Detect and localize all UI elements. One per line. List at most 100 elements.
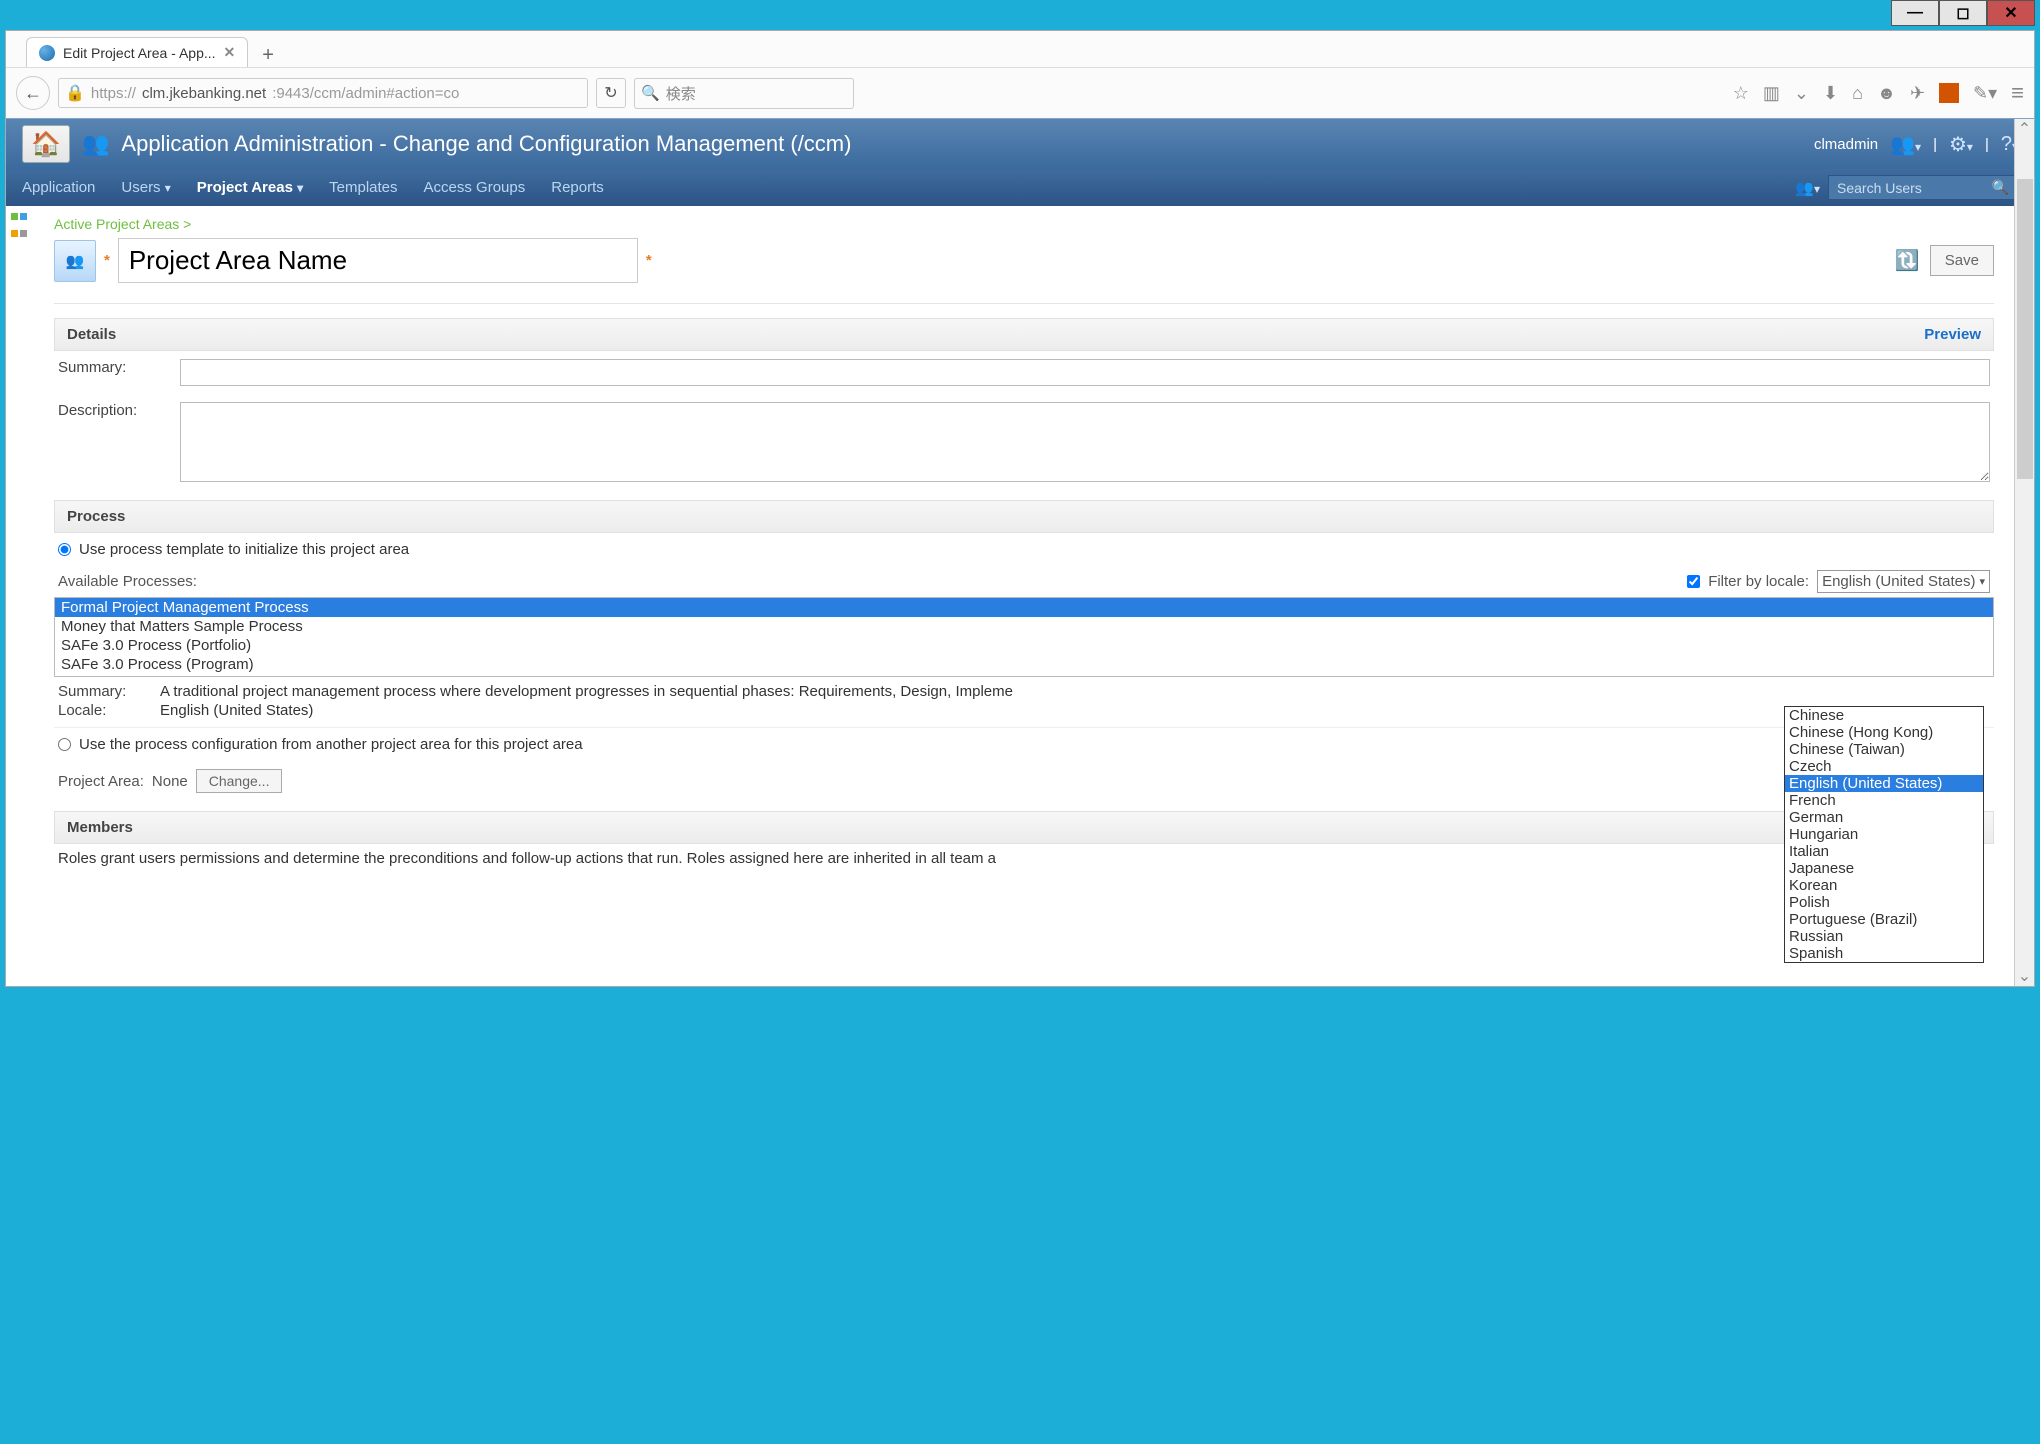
locale-option[interactable]: French [1785, 792, 1983, 809]
required-indicator: * [104, 252, 110, 269]
change-button[interactable]: Change... [196, 769, 283, 793]
process-option[interactable]: SAFe 3.0 Process (Program) [55, 655, 1993, 674]
locale-option[interactable]: Hungarian [1785, 826, 1983, 843]
browser-search-input[interactable]: 🔍 検索 [634, 78, 854, 109]
locale-option[interactable]: Chinese (Taiwan) [1785, 741, 1983, 758]
process-listbox[interactable]: Formal Project Management ProcessMoney t… [54, 597, 1994, 677]
pocket-icon[interactable]: ⌄ [1794, 83, 1809, 104]
locale-select[interactable]: English (United States) ▾ [1817, 570, 1990, 593]
locale-option[interactable]: German [1785, 809, 1983, 826]
url-prefix: https:// [91, 85, 136, 102]
locale-option[interactable]: English (United States) [1785, 775, 1983, 792]
locale-option[interactable]: Polish [1785, 894, 1983, 911]
save-button[interactable]: Save [1930, 245, 1994, 276]
browser-tab[interactable]: Edit Project Area - App... ✕ [26, 37, 248, 67]
eyedropper-icon[interactable]: ✎▾ [1973, 83, 1997, 104]
nav-project-areas[interactable]: Project Areas ▾ [197, 179, 303, 196]
send-icon[interactable]: ✈ [1910, 83, 1925, 104]
process-summary-value: A traditional project management process… [160, 683, 1013, 700]
maximize-button[interactable]: ◻ [1939, 0, 1987, 26]
locale-dropdown[interactable]: ChineseChinese (Hong Kong)Chinese (Taiwa… [1784, 706, 1984, 963]
nav-users[interactable]: Users ▾ [121, 179, 170, 196]
process-option[interactable]: Formal Project Management Process [55, 598, 1993, 617]
browser-tab-bar: Edit Project Area - App... ✕ + [6, 31, 2034, 67]
use-template-label: Use process template to initialize this … [79, 541, 409, 558]
nav-reports[interactable]: Reports [551, 179, 604, 196]
scroll-down-icon[interactable]: ⌄ [2018, 966, 2031, 986]
minimize-button[interactable]: — [1891, 0, 1939, 26]
url-path: :9443/ccm/admin#action=co [272, 85, 459, 102]
required-indicator: * [646, 252, 652, 269]
nav-application[interactable]: Application [22, 179, 95, 196]
locale-option[interactable]: Italian [1785, 843, 1983, 860]
use-other-project-radio[interactable] [58, 738, 71, 751]
app-switcher-icon[interactable] [10, 208, 28, 226]
close-window-button[interactable]: ✕ [1987, 0, 2035, 26]
process-locale-label: Locale: [58, 702, 148, 719]
use-template-radio[interactable] [58, 543, 71, 556]
locale-option[interactable]: Russian [1785, 928, 1983, 945]
filter-locale-label: Filter by locale: [1708, 573, 1809, 590]
current-user: clmadmin [1814, 136, 1878, 153]
user-menu-icon[interactable]: 👥▾ [1890, 132, 1921, 157]
scroll-up-icon[interactable]: ⌃ [2018, 119, 2031, 139]
bookmark-icon[interactable]: ☆ [1733, 83, 1749, 104]
url-host: clm.jkebanking.net [142, 85, 266, 102]
home-icon[interactable]: ⌂ [1852, 83, 1863, 104]
menu-icon[interactable]: ≡ [2011, 80, 2024, 106]
people-icon[interactable]: 👥▾ [1795, 179, 1820, 197]
preview-link[interactable]: Preview [1924, 326, 1981, 343]
breadcrumb[interactable]: Active Project Areas > [54, 216, 1994, 232]
locale-option[interactable]: Chinese (Hong Kong) [1785, 724, 1983, 741]
address-bar: ← 🔒 https:// clm.jkebanking.net :9443/ccm/… [6, 67, 2034, 119]
process-summary-label: Summary: [58, 683, 148, 700]
members-section-header: Members [54, 811, 1994, 844]
summary-input[interactable] [180, 359, 1990, 386]
project-area-value: None [152, 773, 188, 790]
project-name-input[interactable] [118, 238, 638, 283]
addon-icon[interactable] [1939, 83, 1959, 103]
process-option[interactable]: Money that Matters Sample Process [55, 617, 1993, 636]
back-button[interactable]: ← [16, 76, 50, 110]
members-title: Members [67, 819, 133, 836]
app-title: Application Administration - Change and … [121, 131, 1802, 157]
chat-icon[interactable]: ☻ [1877, 83, 1896, 104]
window-controls: — ◻ ✕ [5, 0, 2035, 30]
summary-label: Summary: [58, 359, 168, 376]
refresh-icon[interactable]: 🔃 [1895, 248, 1920, 273]
download-icon[interactable]: ⬇ [1823, 83, 1838, 104]
nav-templates[interactable]: Templates [329, 179, 397, 196]
process-locale-value: English (United States) [160, 702, 313, 719]
new-tab-button[interactable]: + [254, 44, 282, 67]
available-processes-label: Available Processes: [58, 573, 197, 590]
home-button[interactable]: 🏠 [22, 125, 70, 163]
description-textarea[interactable] [180, 402, 1990, 482]
lock-icon: 🔒 [65, 83, 85, 103]
close-tab-icon[interactable]: ✕ [224, 44, 236, 61]
locale-option[interactable]: Korean [1785, 877, 1983, 894]
nav-access-groups[interactable]: Access Groups [424, 179, 526, 196]
locale-option[interactable]: Portuguese (Brazil) [1785, 911, 1983, 928]
project-area-icon: 👥 [54, 240, 96, 282]
process-title: Process [67, 508, 125, 525]
process-option[interactable]: SAFe 3.0 Process (Portfolio) [55, 636, 1993, 655]
tab-favicon [39, 45, 55, 61]
search-icon: 🔍 [641, 84, 660, 102]
vertical-scrollbar[interactable]: ⌃ ⌄ [2014, 119, 2034, 986]
locale-option[interactable]: Japanese [1785, 860, 1983, 877]
library-icon[interactable]: ▥ [1763, 83, 1780, 104]
members-description: Roles grant users permissions and determ… [54, 844, 1994, 873]
locale-option[interactable]: Spanish [1785, 945, 1983, 962]
settings-gear-icon[interactable]: ⚙▾ [1949, 132, 1973, 157]
locale-option[interactable]: Czech [1785, 758, 1983, 775]
locale-option[interactable]: Chinese [1785, 707, 1983, 724]
url-input[interactable]: 🔒 https:// clm.jkebanking.net :9443/ccm/ad… [58, 78, 588, 108]
filter-locale-checkbox[interactable] [1687, 575, 1700, 588]
reload-button[interactable]: ↻ [596, 78, 626, 108]
scrollbar-thumb[interactable] [2017, 179, 2033, 479]
search-icon: 🔍 [1992, 179, 2009, 196]
app-nav: Application Users ▾ Project Areas ▾ Temp… [6, 169, 2034, 206]
search-users-input[interactable]: Search Users 🔍 [1828, 175, 2018, 200]
app-header: 🏠 👥 Application Administration - Change … [6, 119, 2034, 169]
browser-toolbar: ☆ ▥ ⌄ ⬇ ⌂ ☻ ✈ ✎▾ ≡ [1733, 80, 2024, 106]
